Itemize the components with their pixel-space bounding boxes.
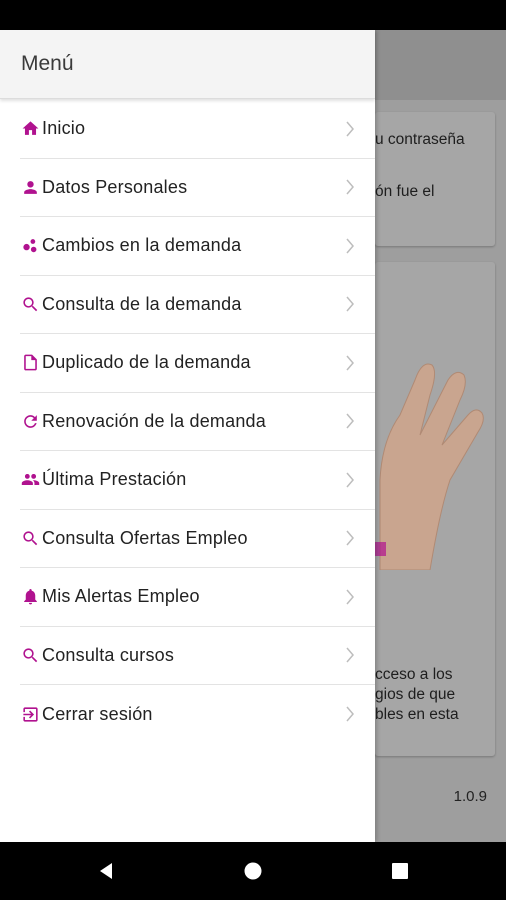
chevron-right-icon — [345, 179, 355, 195]
bell-icon — [20, 587, 40, 607]
menu-item-consulta-cursos[interactable]: Consulta cursos — [20, 627, 375, 685]
menu-item-label: Duplicado de la demanda — [42, 352, 251, 373]
card-text-line: bles en esta — [375, 706, 459, 723]
menu-item-label: Consulta cursos — [42, 644, 175, 665]
menu-item-label: Cerrar sesión — [42, 703, 153, 724]
chevron-right-icon — [345, 296, 355, 312]
people-icon — [20, 470, 40, 490]
search-icon — [20, 645, 40, 665]
search-icon — [20, 294, 40, 314]
card-text-line: gios de que — [375, 686, 456, 703]
person-icon — [20, 177, 40, 197]
menu-item-label: Renovación de la demanda — [42, 410, 266, 431]
menu-item-cerrar-sesion[interactable]: Cerrar sesión — [20, 685, 375, 744]
menu-item-label: Mis Alertas Empleo — [42, 586, 200, 607]
version-label: 1.0.9 — [453, 788, 487, 805]
drawer-title: Menú — [21, 52, 74, 75]
drawer-menu: Inicio Datos Personales Cambios en la de… — [20, 100, 375, 744]
document-icon — [20, 353, 40, 373]
status-bar — [0, 0, 506, 30]
chevron-right-icon — [345, 355, 355, 371]
card-text-line: u contraseña — [375, 131, 465, 148]
menu-item-label: Datos Personales — [42, 176, 188, 197]
home-button[interactable] — [241, 860, 265, 882]
chevron-right-icon — [345, 238, 355, 254]
menu-item-cambios-demanda[interactable]: Cambios en la demanda — [20, 217, 375, 276]
hand-illustration — [372, 363, 484, 570]
card-text-line: ón fue el — [375, 183, 435, 200]
menu-item-label: Inicio — [42, 118, 86, 139]
recents-square-icon — [392, 863, 408, 879]
chevron-right-icon — [345, 589, 355, 605]
chevron-right-icon — [345, 121, 355, 137]
home-circle-icon — [244, 862, 262, 880]
navigation-drawer: Menú Inicio Datos Personales Cambios en … — [0, 30, 375, 842]
system-navigation-bar — [0, 842, 506, 900]
menu-item-consulta-ofertas[interactable]: Consulta Ofertas Empleo — [20, 510, 375, 568]
search-icon — [20, 528, 40, 548]
menu-item-ultima-prestacion[interactable]: Última Prestación — [20, 451, 375, 510]
menu-item-consulta-demanda[interactable]: Consulta de la demanda — [20, 276, 375, 334]
logout-icon — [20, 704, 40, 724]
menu-item-inicio[interactable]: Inicio — [20, 100, 375, 159]
chevron-right-icon — [345, 413, 355, 429]
card-text-line: cceso a los — [375, 666, 453, 683]
menu-item-label: Cambios en la demanda — [42, 235, 242, 256]
chevron-right-icon — [345, 647, 355, 663]
chevron-right-icon — [345, 472, 355, 488]
menu-item-duplicado-demanda[interactable]: Duplicado de la demanda — [20, 334, 375, 393]
menu-item-label: Consulta Ofertas Empleo — [42, 527, 248, 548]
refresh-icon — [20, 411, 40, 431]
menu-item-label: Consulta de la demanda — [42, 293, 242, 314]
home-icon — [20, 119, 40, 139]
menu-item-mis-alertas[interactable]: Mis Alertas Empleo — [20, 568, 375, 627]
back-triangle-icon — [100, 863, 112, 879]
recents-button[interactable] — [388, 860, 412, 882]
menu-item-datos-personales[interactable]: Datos Personales — [20, 159, 375, 217]
drawer-header: Menú — [0, 30, 375, 99]
menu-item-label: Última Prestación — [42, 469, 187, 490]
bubbles-icon — [20, 236, 40, 256]
chevron-right-icon — [345, 530, 355, 546]
chevron-right-icon — [345, 706, 355, 722]
back-button[interactable] — [94, 860, 118, 882]
menu-item-renovacion-demanda[interactable]: Renovación de la demanda — [20, 393, 375, 451]
